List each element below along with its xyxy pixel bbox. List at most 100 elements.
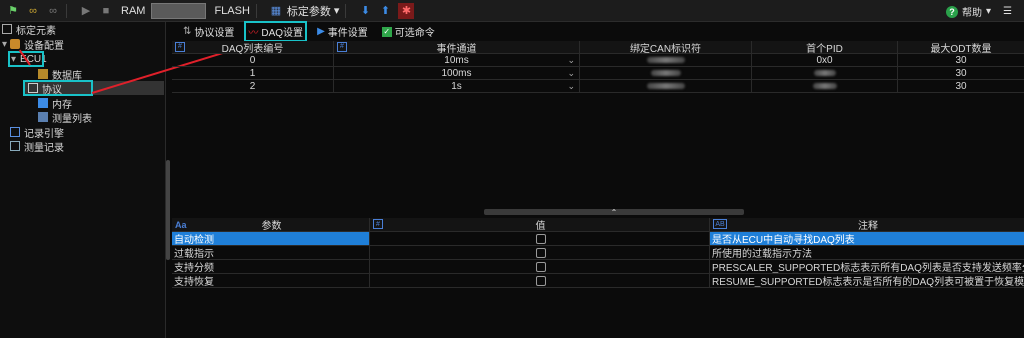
value-cell[interactable] xyxy=(370,274,710,287)
tree-item-label: 设备配置 xyxy=(24,40,64,52)
link-icon[interactable]: ∞ xyxy=(26,4,40,18)
daq-table: # DAQ列表编号 # 事件通道 绑定CAN标识符 首个PID 最大ODT数量 … xyxy=(172,40,1024,93)
header-label: 首个PID xyxy=(806,43,843,54)
tree-item-measure-list[interactable]: 测量列表 xyxy=(38,110,92,125)
calib-params-label: 标定参数 xyxy=(286,5,331,18)
column-header[interactable]: # 事件通道 xyxy=(334,40,580,54)
first-pid-cell[interactable]: 0x0 xyxy=(752,53,898,67)
tab-label: 事件设置 xyxy=(327,28,368,39)
stop-icon[interactable]: ■ xyxy=(99,4,113,18)
value-cell[interactable] xyxy=(370,232,710,245)
column-header[interactable]: # 值 xyxy=(370,218,710,231)
device-icon xyxy=(10,39,20,49)
param-name-cell: 支持分频 xyxy=(172,260,370,273)
bug-icon[interactable]: ✱ xyxy=(398,2,415,19)
tab-optional-commands[interactable]: ✓ 可选命令 xyxy=(379,22,438,41)
tab-label: DAQ设置 xyxy=(261,28,304,39)
column-header[interactable]: 绑定CAN标识符 xyxy=(580,40,752,54)
ram-flash-slider[interactable] xyxy=(151,2,207,19)
tree-item-device-config[interactable]: ▾ 设备配置 xyxy=(2,37,64,52)
help-icon: ? xyxy=(946,5,958,18)
daq-id-cell: 1 xyxy=(172,66,334,80)
grid-icon: ▦ xyxy=(270,5,282,17)
calib-params-dropdown[interactable]: 标定参数 ▾ xyxy=(287,3,340,19)
header-label: 值 xyxy=(535,221,546,231)
header-label: 注释 xyxy=(858,221,878,231)
tree-item-label: 测量记录 xyxy=(24,142,64,154)
tree-item-label: 测量列表 xyxy=(52,113,92,125)
tree-item-measure-records[interactable]: 测量记录 xyxy=(10,139,64,154)
chart-line-icon: 〰 xyxy=(248,28,259,39)
comment-cell: PRESCALER_SUPPORTED标志表示所有DAQ列表是否支持发送频率分频 xyxy=(712,263,1024,273)
event-channel-select[interactable]: 1s ⌄ xyxy=(334,79,580,93)
measure-record-icon xyxy=(10,141,20,151)
first-pid-cell[interactable] xyxy=(752,79,898,93)
first-pid-cell[interactable] xyxy=(752,66,898,80)
menu-icon[interactable]: ☰ xyxy=(1003,6,1012,17)
download-icon[interactable]: ⬇ xyxy=(358,4,372,18)
checkbox[interactable] xyxy=(535,275,546,286)
upload-icon[interactable]: ⬆ xyxy=(378,4,392,18)
table-row[interactable]: 过载指示 所使用的过载指示方法 xyxy=(172,246,1024,260)
tree-item-label: 标定元素 xyxy=(16,25,56,37)
can-id-cell[interactable] xyxy=(580,53,752,67)
unlink-icon[interactable]: ∞ xyxy=(46,4,60,18)
column-header[interactable]: Aa 参数 xyxy=(172,218,370,231)
tree-item-memory[interactable]: 内存 xyxy=(38,96,72,111)
can-id-cell[interactable] xyxy=(580,79,752,93)
max-odt-cell[interactable]: 30 xyxy=(898,67,1024,80)
table-row[interactable]: 1 100ms ⌄ 30 xyxy=(172,66,1024,80)
table-header: # DAQ列表编号 # 事件通道 绑定CAN标识符 首个PID 最大ODT数量 xyxy=(172,40,1024,54)
tree-scrollbar[interactable] xyxy=(166,160,170,260)
can-id-cell[interactable] xyxy=(580,66,752,80)
protocol-highlight: 协议 xyxy=(23,80,93,96)
toolbar-divider xyxy=(345,3,347,18)
folder-icon xyxy=(2,24,12,34)
event-channel-select[interactable]: 10ms ⌄ xyxy=(334,53,580,67)
checkbox[interactable] xyxy=(535,261,546,272)
tree-item-record-engine[interactable]: 记录引擎 xyxy=(10,125,64,140)
header-label: 最大ODT数量 xyxy=(930,43,992,54)
tree-item-label: 记录引擎 xyxy=(24,128,64,140)
tree-item-calib-elements[interactable]: 标定元素 xyxy=(2,22,56,37)
column-header[interactable]: 最大ODT数量 xyxy=(898,41,1024,54)
table-row[interactable]: 2 1s ⌄ 30 xyxy=(172,79,1024,93)
column-header[interactable]: # DAQ列表编号 xyxy=(172,40,334,54)
value-cell[interactable] xyxy=(370,246,710,259)
table-row[interactable]: 支持恢复 RESUME_SUPPORTED标志表示是否所有的DAQ列表可被置于恢… xyxy=(172,274,1024,288)
chevron-down-icon[interactable]: ▾ xyxy=(2,39,10,50)
config-subtabs: ⇅ 协议设置 〰 DAQ设置 ▶ 事件设置 ✓ 可选命令 xyxy=(172,21,1024,42)
checkbox[interactable] xyxy=(535,233,546,244)
number-type-icon: # xyxy=(373,219,383,229)
tab-event-settings[interactable]: ▶ 事件设置 xyxy=(314,22,371,41)
checkbox[interactable] xyxy=(535,247,546,258)
max-odt-cell[interactable]: 30 xyxy=(898,54,1024,67)
number-type-icon: # xyxy=(175,41,185,52)
column-header[interactable]: AB 注释 xyxy=(710,218,1024,231)
panel-splitter[interactable]: ⌃ xyxy=(484,208,744,217)
tab-daq-settings[interactable]: 〰 DAQ设置 xyxy=(244,21,308,42)
tab-protocol-settings[interactable]: ⇅ 协议设置 xyxy=(180,22,237,41)
main-toolbar: ⚑ ∞ ∞ ▶ ■ RAM FLASH ▦ 标定参数 ▾ ⬇ ⬆ ✱ ? 帮助 … xyxy=(0,0,1024,22)
table-row[interactable]: 自动检测 是否从ECU中自动寻找DAQ列表 xyxy=(172,232,1024,246)
daq-id-cell: 2 xyxy=(172,79,334,93)
database-icon xyxy=(38,69,48,79)
table-row[interactable]: 0 10ms ⌄ 0x0 30 xyxy=(172,53,1024,67)
help-menu[interactable]: ? 帮助 ▾ ☰ xyxy=(946,4,1012,19)
value-cell[interactable] xyxy=(370,260,710,273)
redacted-value xyxy=(812,83,837,89)
max-odt-cell[interactable]: 30 xyxy=(898,80,1024,93)
table-row[interactable]: 支持分频 PRESCALER_SUPPORTED标志表示所有DAQ列表是否支持发… xyxy=(172,260,1024,274)
redacted-value xyxy=(646,83,685,89)
number-type-icon: # xyxy=(337,41,347,52)
channel-value: 1s xyxy=(451,80,462,92)
column-header[interactable]: 首个PID xyxy=(752,40,898,54)
event-channel-select[interactable]: 100ms ⌄ xyxy=(334,66,580,80)
flag-icon[interactable]: ⚑ xyxy=(6,4,20,18)
chevron-down-icon[interactable]: ▾ xyxy=(11,54,16,65)
ram-label: RAM xyxy=(121,4,146,17)
play-icon[interactable]: ▶ xyxy=(79,4,93,18)
tree-item-database[interactable]: 数据库 xyxy=(38,67,82,82)
tree-item-label: 内存 xyxy=(52,99,72,111)
help-label: 帮助 xyxy=(962,8,982,19)
